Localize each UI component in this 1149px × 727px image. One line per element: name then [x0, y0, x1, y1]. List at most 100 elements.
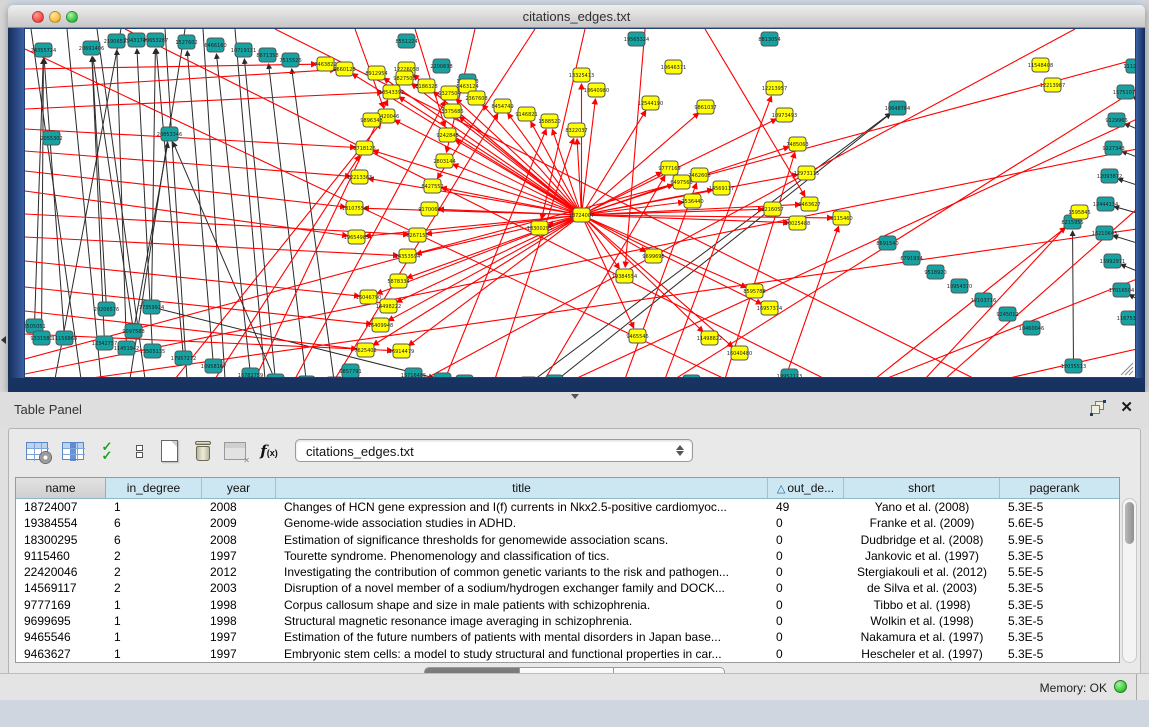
graph-node[interactable]: 12213987 [1040, 78, 1065, 92]
graph-node[interactable]: 11156868 [52, 331, 77, 345]
graph-node[interactable]: 10958167 [201, 359, 226, 373]
graph-node[interactable]: 18640980 [584, 83, 609, 97]
graph-node[interactable]: 9097588 [122, 324, 144, 338]
graph-node[interactable]: 16648784 [885, 101, 910, 115]
graph-node[interactable]: 19384554 [612, 269, 637, 283]
graph-node[interactable]: 16957374 [757, 301, 782, 315]
table-row[interactable]: 1872400712008Changes of HCN gene express… [16, 499, 1119, 515]
graph-node[interactable]: 8322037 [565, 123, 587, 137]
graph-node[interactable]: 2536440 [681, 194, 703, 208]
graph-node[interactable]: 12444134 [1093, 197, 1118, 211]
graph-node[interactable]: 12544190 [638, 96, 663, 110]
graph-node[interactable]: 9331580 [30, 331, 52, 345]
graph-node[interactable]: 8267150 [406, 228, 428, 242]
graph-node[interactable]: 16210643 [1092, 226, 1117, 240]
graph-node[interactable]: 11498822 [697, 331, 722, 345]
graph-node[interactable]: 16914479 [389, 344, 414, 358]
graph-node[interactable]: 9699695 [642, 249, 664, 263]
column-header-out-degree[interactable]: △out_de... [768, 478, 844, 498]
graph-node[interactable]: 9115460 [830, 211, 852, 225]
graph-node[interactable]: 9129966 [1105, 113, 1127, 127]
table-row[interactable]: 1938455462009Genome-wide association stu… [16, 515, 1119, 531]
graph-node[interactable]: 8551224 [395, 34, 417, 48]
graph-node[interactable]: 14569117 [709, 181, 734, 195]
graph-node[interactable]: 6791934 [900, 251, 922, 265]
graph-node[interactable]: 16046790 [356, 290, 381, 304]
column-header-year[interactable]: year [202, 478, 276, 498]
table-row[interactable]: 1456911722003Disruption of a novel membe… [16, 580, 1119, 596]
table-row[interactable]: 946554611997Estimation of the future num… [16, 629, 1119, 645]
graph-node[interactable]: 13325413 [569, 68, 594, 82]
graph-node[interactable]: 16810951 [452, 375, 477, 377]
graph-node[interactable]: 18300295 [527, 221, 552, 235]
graph-node[interactable]: 9896348 [360, 113, 382, 127]
graph-node[interactable]: 15716485 [401, 368, 426, 377]
graph-node[interactable]: 10025488 [785, 216, 810, 230]
canvas-resize-grip[interactable] [1121, 363, 1133, 375]
graph-node[interactable]: 20691406 [79, 41, 104, 55]
graph-node[interactable]: 2367608 [465, 91, 487, 105]
graph-node[interactable]: 10646371 [661, 60, 686, 74]
graph-node[interactable]: 18724007 [569, 208, 594, 222]
table-row[interactable]: 969969511998Structural magnetic resonanc… [16, 613, 1119, 629]
table-row[interactable]: 911546021997Tourette syndrome. Phenomeno… [16, 548, 1119, 564]
graph-node[interactable]: 11451942 [114, 341, 139, 355]
graph-node[interactable]: 1112104 [1123, 59, 1135, 73]
graph-node[interactable]: 2200638 [430, 59, 452, 73]
graph-node[interactable]: 2803144 [433, 154, 455, 168]
graph-node[interactable]: 8671358 [256, 48, 278, 62]
column-header-name[interactable]: name [16, 478, 106, 498]
graph-node[interactable]: 9861037 [694, 100, 716, 114]
graph-node[interactable]: 7462608 [688, 168, 710, 182]
graph-node[interactable]: 18543392 [379, 85, 404, 99]
graph-node[interactable]: 9777169 [658, 161, 680, 175]
graph-node[interactable]: 11675318 [1117, 311, 1135, 325]
graph-node[interactable]: 16040480 [727, 346, 752, 360]
graph-node[interactable]: 8454749 [491, 99, 513, 113]
graph-node[interactable]: 9242848 [436, 128, 458, 142]
graph-node[interactable]: 9245012 [996, 307, 1018, 321]
graph-node[interactable]: 9857791 [339, 364, 361, 377]
graph-node[interactable]: 8595788 [743, 284, 765, 298]
graph-node[interactable]: 8912954 [365, 66, 387, 80]
graph-node[interactable]: 14353594 [395, 249, 420, 263]
column-header-in-degree[interactable]: in_degree [106, 478, 202, 498]
graph-node[interactable]: 9170064 [418, 202, 440, 216]
window-titlebar[interactable]: citations_edges.txt [8, 5, 1145, 28]
graph-node[interactable]: 5878334 [387, 274, 409, 288]
graph-node[interactable]: 17957272 [171, 351, 196, 365]
graph-node[interactable]: 6466160 [204, 38, 226, 52]
graph-node[interactable]: 14498222 [376, 299, 401, 313]
graph-node[interactable]: 2718126 [353, 141, 375, 155]
column-header-title[interactable]: title [276, 478, 768, 498]
graph-node[interactable]: 10954370 [947, 279, 972, 293]
graph-node[interactable]: 7625402 [354, 343, 376, 357]
graph-node[interactable]: 12973115 [794, 166, 819, 180]
graph-node[interactable]: 17016504 [1109, 283, 1134, 297]
graph-node[interactable]: 19565324 [624, 32, 649, 46]
graph-node[interactable]: 12103716 [971, 293, 996, 307]
graph-node[interactable]: 18107554 [342, 201, 367, 215]
graph-node[interactable]: 12035513 [1061, 359, 1086, 373]
select-column-icon[interactable] [59, 437, 87, 465]
column-header-pagerank[interactable]: pagerank [1000, 478, 1109, 498]
network-table-select[interactable]: citations_edges.txt [295, 439, 693, 462]
graph-node[interactable]: 8186328 [415, 79, 437, 93]
table-row[interactable]: 2242004622012Investigating the contribut… [16, 564, 1119, 580]
graph-node[interactable]: 7485063 [786, 137, 808, 151]
graph-node[interactable]: 7515526 [279, 53, 301, 67]
graph-node[interactable]: 20206576 [94, 302, 119, 316]
graph-node[interactable]: 12213957 [762, 81, 787, 95]
graph-node[interactable]: 8691540 [876, 236, 898, 250]
network-canvas[interactable]: 2435572420691406219065312043174110653287… [24, 28, 1136, 378]
graph-node[interactable]: 2055302 [40, 131, 62, 145]
row-height-icon[interactable] [125, 437, 153, 465]
function-builder-icon[interactable]: f(x) [255, 437, 283, 465]
table-row[interactable]: 977716911998Corpus callosum shape and si… [16, 597, 1119, 613]
graph-node[interactable]: 13505135 [140, 344, 165, 358]
graph-node[interactable]: 12923448 [263, 374, 288, 377]
panel-collapse-arrow-icon[interactable] [1, 336, 6, 344]
graph-node[interactable]: 19654985 [344, 230, 369, 244]
select-all-checks-icon[interactable]: ✓✓ [93, 437, 121, 465]
new-table-icon[interactable] [155, 437, 183, 465]
